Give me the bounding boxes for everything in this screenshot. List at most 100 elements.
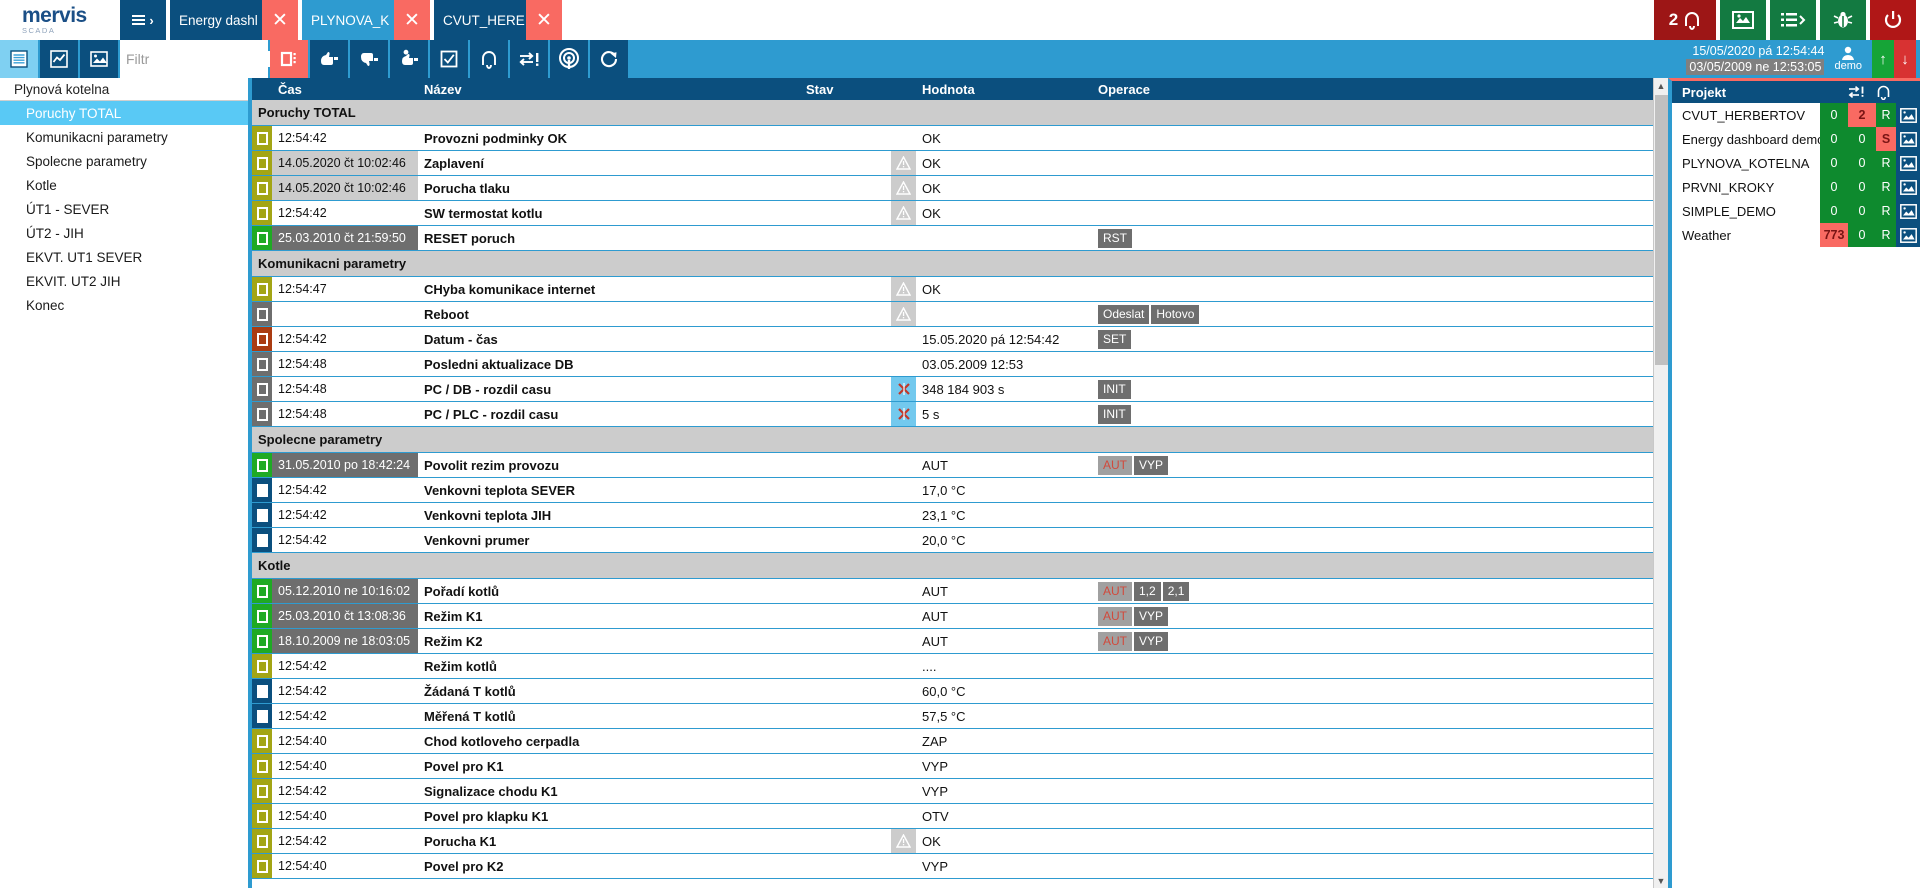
sidebar-item-2[interactable]: Spolecne parametry [0, 149, 248, 173]
thumb-down-button[interactable] [350, 40, 388, 78]
operation-button[interactable]: 1,2 [1134, 581, 1161, 601]
scrollbar-up-arrow[interactable]: ▲ [1654, 78, 1668, 93]
operation-button[interactable]: AUT [1098, 631, 1132, 651]
bell-button[interactable] [470, 40, 508, 78]
table-row[interactable]: 12:54:47 CHyba komunikace internet OK [252, 277, 1653, 302]
operation-button[interactable]: AUT [1098, 455, 1132, 475]
table-row[interactable]: 12:54:42 Datum - čas 15.05.2020 pá 12:54:4… [252, 327, 1653, 352]
tab-label[interactable]: CVUT_HERE [434, 0, 526, 40]
chart-view-button[interactable] [40, 40, 78, 78]
table-row[interactable]: 12:54:42 Režim kotlů.... [252, 654, 1653, 679]
table-row[interactable]: 12:54:40 Chod kotloveho cerpadla ZAP [252, 729, 1653, 754]
user-menu[interactable]: demo [1834, 46, 1862, 72]
table-row[interactable]: 12:54:42 Žádaná T kotlů 60,0 °C [252, 679, 1653, 704]
table-row[interactable]: 12:54:40 Povel pro K1 VYP [252, 754, 1653, 779]
tab-close-icon[interactable]: ✕ [526, 0, 562, 40]
thumb-question-button[interactable] [390, 40, 428, 78]
operation-button[interactable]: RST [1098, 228, 1132, 248]
list-menu-button[interactable] [1770, 0, 1816, 40]
scrollbar-thumb[interactable] [1655, 95, 1668, 365]
sidebar-item-4[interactable]: ÚT1 - SEVER [0, 197, 248, 221]
operation-button[interactable]: VYP [1134, 455, 1169, 475]
tab-label[interactable]: PLYNOVA_K [302, 0, 394, 40]
table-row[interactable]: Reboot Odeslat Hotovo [252, 302, 1653, 327]
scrollbar-track[interactable] [1654, 93, 1668, 873]
scroll-down-button[interactable]: ↓ [1894, 40, 1916, 78]
sidebar-item-3[interactable]: Kotle [0, 173, 248, 197]
sidebar-item-0[interactable]: Poruchy TOTAL [0, 101, 248, 125]
broadcast-button[interactable] [550, 40, 588, 78]
project-chart-button[interactable] [1896, 151, 1920, 175]
project-row[interactable]: CVUT_HERBERTOV 0 2 R [1672, 103, 1920, 127]
table-row[interactable]: 14.05.2020 čt 10:02:46 Porucha tlaku OK [252, 176, 1653, 201]
tab-1[interactable]: PLYNOVA_K ✕ [302, 0, 430, 40]
table-row[interactable]: 12:54:42 Venkovni prumer 20,0 °C [252, 528, 1653, 553]
map-button[interactable] [1720, 0, 1766, 40]
refresh-button[interactable] [590, 40, 628, 78]
operation-button[interactable]: AUT [1098, 606, 1132, 626]
cell-hodnota: 03.05.2009 12:53 [922, 356, 1024, 372]
tab-close-icon[interactable]: ✕ [394, 0, 430, 40]
scrollbar-down-arrow[interactable]: ▼ [1654, 873, 1668, 888]
alarm-counter-button[interactable]: 2 [1654, 0, 1716, 40]
table-row[interactable]: 12:54:48 PC / PLC - rozdil casu 5 s INIT [252, 402, 1653, 427]
table-row[interactable]: 25.03.2010 čt 13:08:36 Režim K1 AUT AUT VYP [252, 604, 1653, 629]
scroll-up-button[interactable]: ↑ [1872, 40, 1894, 78]
list-view-button[interactable] [0, 40, 38, 78]
operation-button[interactable]: INIT [1098, 404, 1131, 424]
table-row[interactable]: 12:54:42 Porucha K1 OK [252, 829, 1653, 854]
project-row[interactable]: Weather 773 0 R [1672, 223, 1920, 247]
sidebar-item-1[interactable]: Komunikacni parametry [0, 125, 248, 149]
table-row[interactable]: 25.03.2010 čt 21:59:50 RESET poruch RST [252, 226, 1653, 251]
vertical-scrollbar[interactable]: ▲ ▼ [1653, 78, 1668, 888]
table-row[interactable]: 12:54:42 Signalizace chodu K1 VYP [252, 779, 1653, 804]
table-row[interactable]: 12:54:48 PC / DB - rozdil casu 348 184 903… [252, 377, 1653, 402]
sidebar-item-7[interactable]: EKVIT. UT2 JIH [0, 269, 248, 293]
project-chart-button[interactable] [1896, 223, 1920, 247]
tab-close-icon[interactable]: ✕ [262, 0, 298, 40]
operation-button[interactable]: VYP [1134, 606, 1169, 626]
project-chart-button[interactable] [1896, 103, 1920, 127]
power-button[interactable] [1870, 0, 1916, 40]
project-chart-button[interactable] [1896, 127, 1920, 151]
table-row[interactable]: 12:54:42 Venkovni teplota JIH 23,1 °C [252, 503, 1653, 528]
transfer-alert-button[interactable] [510, 40, 548, 78]
sidebar-item-6[interactable]: EKVT. UT1 SEVER [0, 245, 248, 269]
project-row[interactable]: SIMPLE_DEMO 0 0 R [1672, 199, 1920, 223]
table-row[interactable]: 12:54:42 Měřená T kotlů 57,5 °C [252, 704, 1653, 729]
table-row[interactable]: 12:54:40 Povel pro K2 VYP [252, 854, 1653, 879]
table-row[interactable]: 31.05.2010 po 18:42:24 Povolit rezim prov… [252, 453, 1653, 478]
table-row[interactable]: 12:54:42 Venkovni teplota SEVER 17,0 °C [252, 478, 1653, 503]
operation-button[interactable]: Odeslat [1098, 304, 1150, 324]
tab-label[interactable]: Energy dashl [170, 0, 262, 40]
project-row[interactable]: PLYNOVA_KOTELNA 0 0 R [1672, 151, 1920, 175]
table-row[interactable]: 12:54:40 Povel pro klapku K1 OTV [252, 804, 1653, 829]
debug-button[interactable] [1820, 0, 1866, 40]
table-row[interactable]: 12:54:42 SW termostat kotlu OK [252, 201, 1653, 226]
table-row[interactable]: 12:54:42 Provozni podminky OK OK [252, 126, 1653, 151]
sidebar-item-5[interactable]: ÚT2 - JIH [0, 221, 248, 245]
select-box-button[interactable] [270, 40, 308, 78]
image-view-button[interactable] [80, 40, 118, 78]
table-row[interactable]: 18.10.2009 ne 18:03:05 Režim K2 AUT AUT VYP [252, 629, 1653, 654]
project-row[interactable]: PRVNI_KROKY 0 0 R [1672, 175, 1920, 199]
project-chart-button[interactable] [1896, 175, 1920, 199]
operation-button[interactable]: VYP [1134, 631, 1169, 651]
project-row[interactable]: Energy dashboard demo 0 0 S [1672, 127, 1920, 151]
main-menu-button[interactable]: › [120, 0, 166, 40]
sidebar-item-8[interactable]: Konec [0, 293, 248, 317]
project-chart-button[interactable] [1896, 199, 1920, 223]
operation-button[interactable]: AUT [1098, 581, 1132, 601]
table-row[interactable]: 05.12.2010 ne 10:16:02 Pořadí kotlů AUT AUT… [252, 579, 1653, 604]
operation-button[interactable]: 2,1 [1162, 581, 1190, 601]
checkbox-button[interactable] [430, 40, 468, 78]
operation-button[interactable]: SET [1098, 329, 1132, 349]
tab-0[interactable]: Energy dashl ✕ [170, 0, 298, 40]
thumb-up-button[interactable] [310, 40, 348, 78]
operation-button[interactable]: Hotovo [1151, 304, 1200, 324]
tab-2[interactable]: CVUT_HERE ✕ [434, 0, 562, 40]
table-row[interactable]: 12:54:48 Posledni aktualizace DB 03.05.200… [252, 352, 1653, 377]
operation-button[interactable]: INIT [1098, 379, 1131, 399]
cell-time: 05.12.2010 ne 10:16:02 [272, 579, 418, 603]
table-row[interactable]: 14.05.2020 čt 10:02:46 Zaplavení OK [252, 151, 1653, 176]
